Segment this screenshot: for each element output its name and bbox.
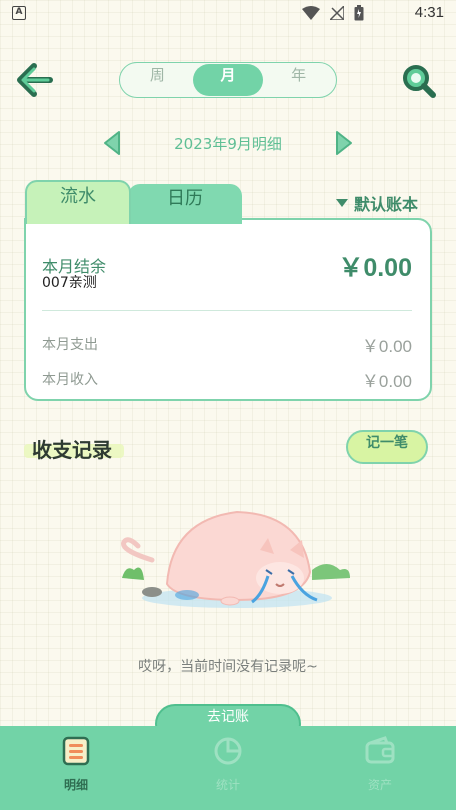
income-value: ￥0.00 (361, 372, 412, 391)
period-month[interactable]: 月 (192, 64, 264, 96)
chevron-left-icon (104, 131, 120, 155)
nav-details-label: 明细 (63, 778, 88, 792)
balance-value: ￥0.00 (338, 254, 412, 282)
income-label: 本月收入 (42, 372, 98, 388)
nav-statistics-label: 统计 (215, 778, 240, 792)
period-week[interactable]: 周 (122, 64, 193, 96)
status-icons (302, 5, 364, 21)
pie-chart-icon (214, 737, 242, 765)
records-title: 收支记录 (32, 438, 112, 462)
expense-value: ￥0.00 (361, 337, 412, 356)
nav-assets-label: 资产 (367, 778, 392, 792)
empty-state-text: 哎呀，当前时间没有记录呢~ (138, 659, 318, 675)
wifi-icon (302, 6, 320, 20)
nav-statistics[interactable]: 统计 (152, 726, 304, 810)
app-notification-icon: A (12, 6, 26, 20)
status-bar: A 4:31 (0, 0, 456, 26)
nav-assets[interactable]: 资产 (304, 726, 456, 810)
period-selector: 周 月 年 (119, 62, 337, 98)
account-book-selector[interactable]: 默认账本 (336, 191, 418, 215)
caret-down-icon (336, 199, 348, 207)
nav-details[interactable]: 明细 (0, 726, 152, 810)
prev-month-button[interactable] (101, 130, 123, 156)
no-signal-icon (330, 6, 344, 20)
back-button[interactable] (14, 60, 56, 100)
search-button[interactable] (400, 62, 438, 100)
chevron-right-icon (336, 131, 352, 155)
list-icon (62, 736, 90, 766)
battery-icon (354, 5, 364, 21)
wallet-icon (365, 736, 395, 764)
add-record-button[interactable]: 记一笔 (346, 430, 428, 464)
next-month-button[interactable] (333, 130, 355, 156)
crying-pig-illustration (112, 500, 362, 620)
tab-transactions[interactable]: 流水 (25, 180, 131, 224)
period-year[interactable]: 年 (263, 64, 334, 96)
expense-label: 本月支出 (42, 337, 98, 353)
divider (42, 310, 412, 311)
account-book-label: 默认账本 (354, 195, 419, 214)
month-label: 2023年9月明细 (174, 135, 282, 153)
tab-calendar[interactable]: 日历 (128, 184, 242, 224)
bottom-nav: 明细 统计 资产 (0, 726, 456, 810)
clock: 4:31 (414, 4, 444, 21)
search-icon (403, 65, 436, 98)
balance-subtitle: 007亲测 (42, 275, 97, 291)
arrow-left-icon (17, 63, 53, 97)
